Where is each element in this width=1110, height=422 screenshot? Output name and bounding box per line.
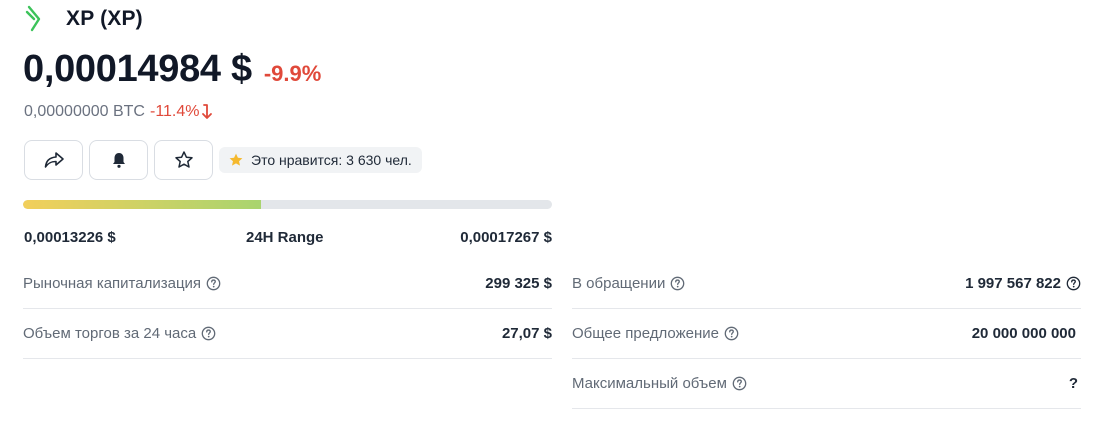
stat-label: Объем торгов за 24 часа: [23, 325, 197, 342]
range-low: 0,00013226 $: [24, 229, 116, 246]
coin-price: 0,00014984 $: [23, 48, 252, 90]
stat-value: ?: [1068, 375, 1078, 392]
stats-left: Рыночная капитализация 299 325 $ Объем т…: [23, 259, 552, 359]
question-circle-icon[interactable]: [206, 276, 221, 291]
range-bar: [23, 200, 552, 209]
stat-label: В обращении: [572, 275, 666, 292]
btc-price: 0,00000000 BTC: [24, 103, 145, 120]
watchlist-button[interactable]: [154, 140, 213, 180]
question-circle-icon[interactable]: [670, 276, 685, 291]
stat-value: 299 325 $: [485, 275, 552, 292]
price-row: 0,00014984 $ -9.9%: [23, 48, 321, 91]
stat-row-total-supply: Общее предложение 20 000 000 000: [572, 309, 1081, 359]
question-circle-icon[interactable]: [724, 326, 739, 341]
star-outline-icon: [174, 151, 193, 168]
likes-badge: Это нравится: 3 630 чел.: [219, 147, 422, 173]
stat-value: 1 997 567 822: [965, 275, 1061, 292]
stat-row-volume-24h: Объем торгов за 24 часа 27,07 $: [23, 309, 552, 359]
stat-value: 20 000 000 000: [971, 325, 1076, 342]
question-circle-icon[interactable]: [1066, 276, 1081, 291]
range-fill: [23, 200, 262, 209]
stat-row-max-supply: Максимальный объем ?: [572, 359, 1081, 409]
stats-right: В обращении 1 997 567 822 Общее предложе…: [572, 259, 1081, 409]
range-high: 0,00017267 $: [460, 229, 552, 246]
stat-label: Общее предложение: [572, 325, 719, 342]
likes-text: Это нравится: 3 630 чел.: [251, 152, 412, 168]
action-bar: Это нравится: 3 630 чел.: [24, 140, 422, 180]
question-circle-icon[interactable]: [732, 376, 747, 391]
bell-icon: [112, 153, 125, 168]
stat-row-circulating: В обращении 1 997 567 822: [572, 259, 1081, 309]
btc-price-row: 0,00000000 BTC -11.4%: [24, 103, 213, 121]
share-button[interactable]: [24, 140, 83, 180]
share-icon: [44, 152, 64, 168]
stat-row-market-cap: Рыночная капитализация 299 325 $: [23, 259, 552, 309]
range-labels: 0,00013226 $ 24H Range 0,00017267 $: [24, 229, 552, 246]
star-filled-icon: [229, 153, 243, 166]
coin-header: XP (XP): [24, 4, 143, 34]
stat-label: Рыночная капитализация: [23, 275, 202, 292]
btc-change: -11.4%: [149, 103, 200, 120]
coin-title: XP (XP): [66, 7, 143, 30]
stat-value: 27,07 $: [501, 325, 552, 342]
stat-label: Максимальный объем: [572, 375, 727, 392]
range-label: 24H Range: [246, 229, 324, 246]
arrow-down-icon: [201, 104, 212, 119]
price-alert-button[interactable]: [89, 140, 148, 180]
price-change-24h: -9.9%: [263, 61, 322, 86]
question-circle-icon[interactable]: [201, 326, 216, 341]
chevron-logo-icon: [25, 5, 41, 32]
